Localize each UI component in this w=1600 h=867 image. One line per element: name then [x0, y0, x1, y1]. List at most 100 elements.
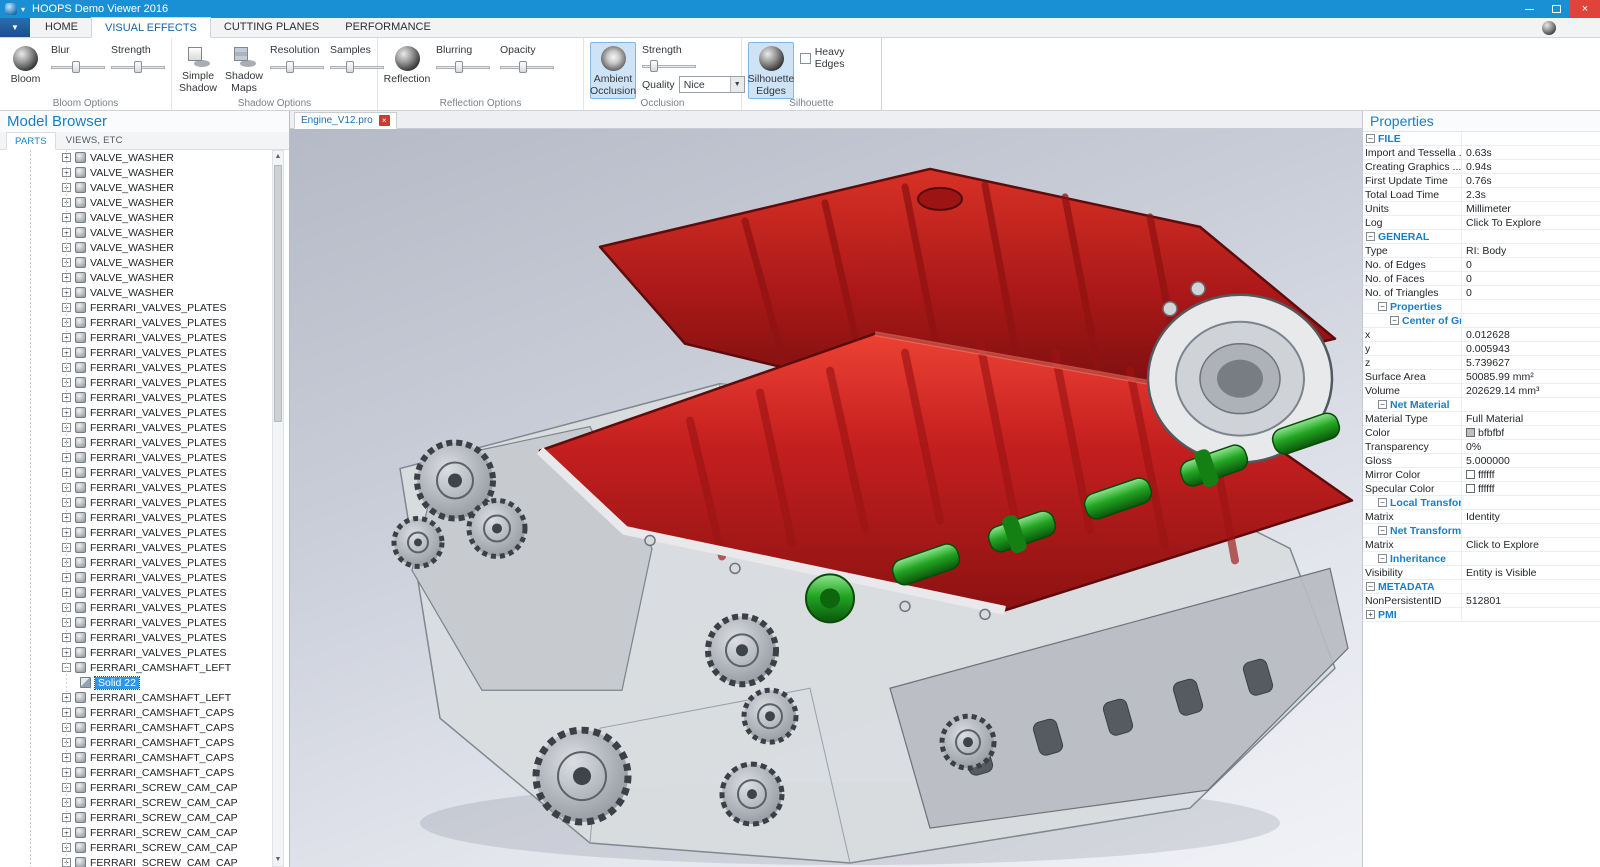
- tree-item[interactable]: +FERRARI_SCREW_CAM_CAP: [0, 810, 289, 825]
- tree-item[interactable]: +FERRARI_VALVES_PLATES: [0, 570, 289, 585]
- tree-item[interactable]: +FERRARI_VALVES_PLATES: [0, 465, 289, 480]
- tree-item[interactable]: +FERRARI_SCREW_CAM_CAP: [0, 840, 289, 855]
- tree-item[interactable]: +FERRARI_VALVES_PLATES: [0, 555, 289, 570]
- blurring-slider[interactable]: [436, 60, 490, 74]
- tree-item[interactable]: +FERRARI_VALVES_PLATES: [0, 510, 289, 525]
- tree-item[interactable]: +FERRARI_VALVES_PLATES: [0, 540, 289, 555]
- tree-item[interactable]: +FERRARI_SCREW_CAM_CAP: [0, 795, 289, 810]
- collapse-icon[interactable]: −: [1390, 316, 1399, 325]
- property-row[interactable]: −Properties: [1363, 300, 1600, 314]
- property-row[interactable]: VisibilityEntity is Visible: [1363, 566, 1600, 580]
- tree-item[interactable]: +FERRARI_VALVES_PLATES: [0, 645, 289, 660]
- collapse-icon[interactable]: −: [1378, 554, 1387, 563]
- property-row[interactable]: −Net Transformation: [1363, 524, 1600, 538]
- help-icon[interactable]: [1542, 21, 1556, 35]
- property-row[interactable]: −Net Material: [1363, 398, 1600, 412]
- property-row[interactable]: x0.012628: [1363, 328, 1600, 342]
- tree-item[interactable]: +VALVE_WASHER: [0, 210, 289, 225]
- tree-item[interactable]: +FERRARI_VALVES_PLATES: [0, 405, 289, 420]
- tree-item[interactable]: +VALVE_WASHER: [0, 195, 289, 210]
- ribbon-tab-visual-effects[interactable]: VISUAL EFFECTS: [91, 17, 211, 38]
- tree-item[interactable]: +FERRARI_VALVES_PLATES: [0, 315, 289, 330]
- property-row[interactable]: No. of Triangles0: [1363, 286, 1600, 300]
- property-row[interactable]: −METADATA: [1363, 580, 1600, 594]
- simple-shadow-button[interactable]: Simple Shadow: [178, 42, 218, 96]
- tree-item[interactable]: +FERRARI_VALVES_PLATES: [0, 585, 289, 600]
- ambient-occlusion-button[interactable]: Ambient Occlusion: [590, 42, 636, 99]
- property-row[interactable]: y0.005943: [1363, 342, 1600, 356]
- property-row[interactable]: MatrixClick to Explore: [1363, 538, 1600, 552]
- close-button[interactable]: ×: [1570, 0, 1600, 18]
- collapse-icon[interactable]: −: [1378, 400, 1387, 409]
- tree-item[interactable]: +FERRARI_VALVES_PLATES: [0, 450, 289, 465]
- tree-item[interactable]: +FERRARI_VALVES_PLATES: [0, 420, 289, 435]
- property-row[interactable]: Colorbfbfbf: [1363, 426, 1600, 440]
- document-tab[interactable]: Engine_V12.pro ×: [294, 112, 397, 129]
- property-row[interactable]: NonPersistentID512801: [1363, 594, 1600, 608]
- property-row[interactable]: No. of Faces0: [1363, 272, 1600, 286]
- tree-scrollbar[interactable]: ▲ ▼: [272, 150, 284, 867]
- resolution-slider[interactable]: [270, 60, 324, 74]
- bloom-strength-slider[interactable]: [111, 60, 165, 74]
- tree-item[interactable]: +VALVE_WASHER: [0, 150, 289, 165]
- tree-item[interactable]: −FERRARI_CAMSHAFT_LEFT: [0, 660, 289, 675]
- collapse-icon[interactable]: −: [1366, 134, 1375, 143]
- tree-item[interactable]: +FERRARI_VALVES_PLATES: [0, 615, 289, 630]
- property-row[interactable]: Surface Area50085.99 mm²: [1363, 370, 1600, 384]
- tree-item[interactable]: +FERRARI_VALVES_PLATES: [0, 300, 289, 315]
- tree-item[interactable]: +FERRARI_CAMSHAFT_CAPS: [0, 750, 289, 765]
- tree-item[interactable]: +FERRARI_CAMSHAFT_CAPS: [0, 765, 289, 780]
- maximize-button[interactable]: [1543, 0, 1570, 18]
- property-row[interactable]: −FILE: [1363, 132, 1600, 146]
- property-row[interactable]: Total Load Time2.3s: [1363, 188, 1600, 202]
- tree-item[interactable]: +FERRARI_CAMSHAFT_CAPS: [0, 705, 289, 720]
- tree-item[interactable]: +FERRARI_SCREW_CAM_CAP: [0, 855, 289, 867]
- property-row[interactable]: LogClick To Explore: [1363, 216, 1600, 230]
- tree-item[interactable]: +FERRARI_VALVES_PLATES: [0, 630, 289, 645]
- property-row[interactable]: No. of Edges0: [1363, 258, 1600, 272]
- tree-item[interactable]: +FERRARI_VALVES_PLATES: [0, 495, 289, 510]
- tree-item[interactable]: Solid 22: [0, 675, 289, 690]
- collapse-icon[interactable]: −: [1378, 302, 1387, 311]
- property-row[interactable]: Gloss5.000000: [1363, 454, 1600, 468]
- tree-item[interactable]: +FERRARI_CAMSHAFT_CAPS: [0, 735, 289, 750]
- tree-item[interactable]: +FERRARI_SCREW_CAM_CAP: [0, 780, 289, 795]
- collapse-icon[interactable]: −: [1366, 582, 1375, 591]
- tree-item[interactable]: +FERRARI_VALVES_PLATES: [0, 390, 289, 405]
- property-row[interactable]: Import and Tessella ...0.63s: [1363, 146, 1600, 160]
- tree-item[interactable]: +VALVE_WASHER: [0, 165, 289, 180]
- property-row[interactable]: UnitsMillimeter: [1363, 202, 1600, 216]
- tree-item[interactable]: +VALVE_WASHER: [0, 285, 289, 300]
- tree-item[interactable]: +VALVE_WASHER: [0, 180, 289, 195]
- collapse-icon[interactable]: −: [1366, 232, 1375, 241]
- property-row[interactable]: MatrixIdentity: [1363, 510, 1600, 524]
- reflection-button[interactable]: Reflection: [384, 42, 430, 87]
- property-row[interactable]: −Local Transformation: [1363, 496, 1600, 510]
- samples-slider[interactable]: [330, 60, 384, 74]
- property-row[interactable]: Mirror Colorffffff: [1363, 468, 1600, 482]
- property-row[interactable]: −Inheritance: [1363, 552, 1600, 566]
- property-row[interactable]: +PMI: [1363, 608, 1600, 622]
- opacity-slider[interactable]: [500, 60, 554, 74]
- minimize-button[interactable]: [1516, 0, 1543, 18]
- tree-item[interactable]: +FERRARI_VALVES_PLATES: [0, 330, 289, 345]
- tree-item[interactable]: +FERRARI_VALVES_PLATES: [0, 525, 289, 540]
- quick-access-dropdown-icon[interactable]: ▾: [21, 5, 25, 14]
- engine-3d-viewport[interactable]: [290, 129, 1362, 867]
- tree-item[interactable]: +FERRARI_VALVES_PLATES: [0, 360, 289, 375]
- tree-item[interactable]: +VALVE_WASHER: [0, 225, 289, 240]
- tree-item[interactable]: +FERRARI_VALVES_PLATES: [0, 375, 289, 390]
- property-row[interactable]: −GENERAL: [1363, 230, 1600, 244]
- browser-tab-parts[interactable]: PARTS: [6, 132, 56, 150]
- scrollbar-thumb[interactable]: [274, 165, 282, 422]
- tree-item[interactable]: +FERRARI_VALVES_PLATES: [0, 435, 289, 450]
- tree-item[interactable]: +FERRARI_VALVES_PLATES: [0, 480, 289, 495]
- scroll-down-icon[interactable]: ▼: [273, 854, 283, 866]
- expand-icon[interactable]: +: [1366, 610, 1375, 619]
- close-tab-icon[interactable]: ×: [379, 115, 390, 126]
- silhouette-edges-button[interactable]: Silhouette Edges: [748, 42, 794, 99]
- browser-tab-views-etc[interactable]: VIEWS, ETC: [58, 132, 131, 149]
- property-row[interactable]: TypeRI: Body: [1363, 244, 1600, 258]
- property-row[interactable]: Specular Colorffffff: [1363, 482, 1600, 496]
- blur-slider[interactable]: [51, 60, 105, 74]
